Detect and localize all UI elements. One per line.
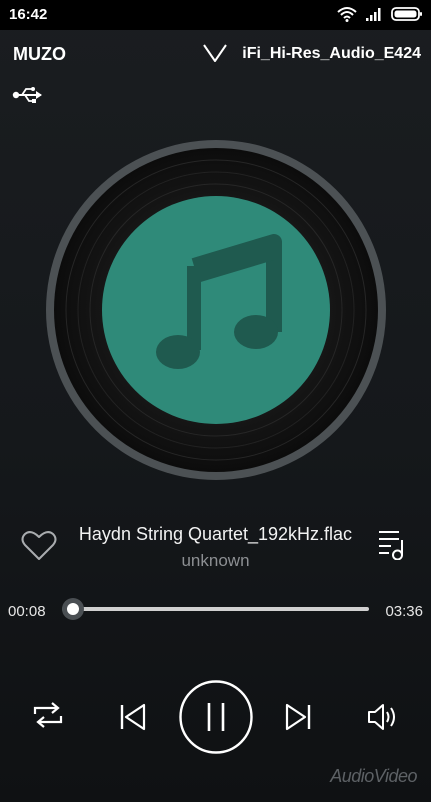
vinyl-record [46,140,386,480]
status-time: 16:42 [9,6,48,23]
seek-bar-track[interactable] [62,607,369,611]
usb-icon [12,87,42,103]
signal-icon [366,8,381,21]
pause-button[interactable] [178,679,254,755]
device-name[interactable]: iFi_Hi-Res_Audio_E424 [242,45,421,63]
track-artist: unknown [181,551,250,570]
status-icons [337,6,423,22]
playlist-icon[interactable] [377,528,407,560]
total-duration: 03:36 [385,603,423,620]
skip-previous-icon[interactable] [118,702,148,732]
battery-icon [391,7,422,21]
track-title: Haydn String Quartet_192kHz.flac [78,524,353,544]
skip-next-icon[interactable] [283,702,313,732]
app-name: MUZO [13,44,66,64]
pause-icon [207,703,225,731]
repeat-icon[interactable] [31,700,65,730]
wifi-icon [337,7,357,22]
chevron-down-icon[interactable] [202,42,228,64]
watermark: AudioVideo [330,766,417,786]
elapsed-time: 00:08 [8,603,46,620]
volume-icon[interactable] [366,702,400,732]
